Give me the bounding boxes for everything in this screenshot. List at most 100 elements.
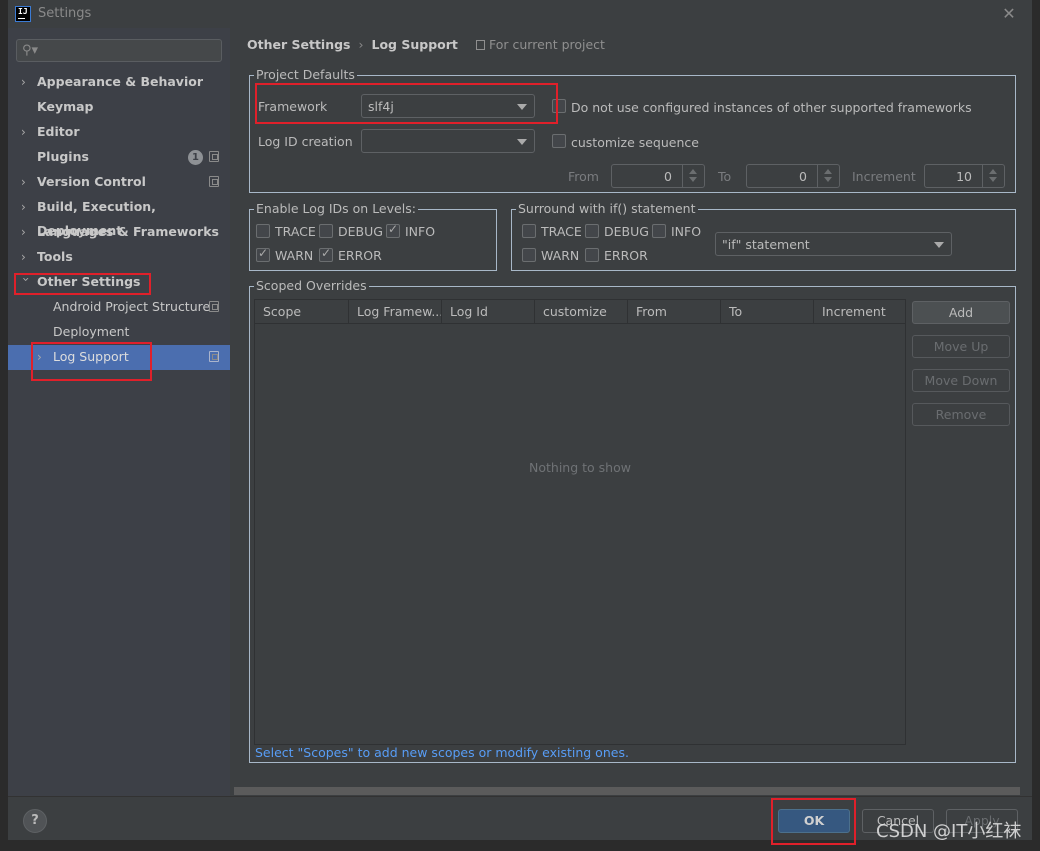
chevron-right-icon: ›: [21, 125, 26, 139]
project-level-icon: [209, 351, 219, 362]
chevron-right-icon: ›: [21, 200, 26, 214]
close-icon[interactable]: ✕: [1000, 5, 1018, 23]
move-up-button[interactable]: Move Up: [912, 335, 1010, 358]
dropdown-arrow-icon: [517, 104, 527, 110]
remove-button[interactable]: Remove: [912, 403, 1010, 426]
search-icon: ⚲▾: [22, 43, 39, 58]
add-button[interactable]: Add: [912, 301, 1010, 324]
do-not-use-others-checkbox[interactable]: [552, 99, 566, 113]
sidebar-item-languages-frameworks[interactable]: › Languages & Frameworks: [8, 220, 230, 244]
settings-content: Other Settings › Log Support For current p…: [232, 28, 1032, 796]
project-defaults-title: Project Defaults: [254, 67, 357, 83]
sidebar-item-editor[interactable]: › Editor: [8, 120, 230, 144]
move-down-button[interactable]: Move Down: [912, 369, 1010, 392]
settings-search-input[interactable]: ⚲▾: [16, 39, 222, 62]
settings-sidebar: ⚲▾ › Appearance & Behavior Keymap › Edit…: [8, 28, 230, 796]
framework-label: Framework: [258, 99, 328, 114]
increment-label: Increment: [852, 169, 916, 184]
enable-warn-checkbox[interactable]: [256, 246, 270, 262]
sidebar-item-other-settings[interactable]: › Other Settings: [8, 270, 230, 294]
scoped-overrides-title: Scoped Overrides: [254, 278, 369, 294]
enable-trace-checkbox[interactable]: [256, 224, 270, 238]
background-right-edge: [1032, 0, 1040, 851]
increment-spinner[interactable]: 10: [924, 164, 1005, 188]
horizontal-scrollbar[interactable]: [232, 786, 1032, 796]
breadcrumb: Other Settings › Log Support: [247, 37, 458, 52]
enable-error-checkbox[interactable]: [319, 246, 333, 262]
project-defaults-group: Project Defaults Framework slf4j Do not …: [249, 67, 1016, 193]
from-spinner[interactable]: 0: [611, 164, 705, 188]
surround-error-label: ERROR: [604, 248, 648, 263]
background-bottom-edge: [0, 840, 1040, 851]
enable-warn-label: WARN: [275, 248, 314, 263]
sidebar-item-android-project-structure[interactable]: Android Project Structure: [8, 295, 230, 319]
intellij-logo-icon: IJ: [15, 6, 31, 22]
surround-debug-label: DEBUG: [604, 224, 649, 239]
sidebar-item-tools[interactable]: › Tools: [8, 245, 230, 269]
enable-levels-title: Enable Log IDs on Levels:: [254, 201, 418, 217]
apply-button[interactable]: Apply: [946, 809, 1018, 833]
scoped-overrides-table: Scope Log Framew... Log Id customize Fro…: [254, 299, 906, 745]
settings-dialog: IJ Settings ✕ ⚲▾ › Appearance & Behavior…: [8, 0, 1032, 845]
surround-if-group: Surround with if() statement TRACE DEBUG…: [511, 201, 1016, 271]
framework-select[interactable]: slf4j: [361, 94, 535, 118]
chevron-right-icon: ›: [21, 75, 26, 89]
sidebar-item-keymap[interactable]: Keymap: [8, 95, 230, 119]
scope-note: For current project: [476, 37, 605, 52]
enable-debug-label: DEBUG: [338, 224, 383, 239]
enable-error-label: ERROR: [338, 248, 382, 263]
surround-info-checkbox[interactable]: [652, 224, 666, 238]
scrollbar-thumb[interactable]: [234, 787, 1020, 795]
column-log-framework[interactable]: Log Framew...: [349, 300, 442, 324]
breadcrumb-separator: ›: [358, 37, 364, 52]
surround-trace-label: TRACE: [541, 224, 582, 239]
surround-warn-checkbox[interactable]: [522, 248, 536, 262]
spinner-arrows-icon[interactable]: [817, 165, 839, 187]
column-to[interactable]: To: [721, 300, 814, 324]
scoped-overrides-group: Scoped Overrides Scope Log Framew... Log…: [249, 278, 1016, 763]
scopes-hint-link[interactable]: Select "Scopes" to add new scopes or mod…: [255, 745, 629, 760]
project-level-icon: [209, 176, 219, 187]
spinner-arrows-icon[interactable]: [682, 165, 704, 187]
column-customize[interactable]: customize: [535, 300, 628, 324]
dropdown-arrow-icon: [517, 139, 527, 145]
surround-error-checkbox[interactable]: [585, 248, 599, 262]
if-statement-select[interactable]: "if" statement: [715, 232, 952, 256]
sidebar-item-log-support[interactable]: › Log Support: [8, 345, 230, 370]
column-scope[interactable]: Scope: [255, 300, 349, 324]
project-level-icon: [209, 301, 219, 312]
sidebar-item-version-control[interactable]: › Version Control: [8, 170, 230, 194]
surround-trace-checkbox[interactable]: [522, 224, 536, 238]
surround-if-title: Surround with if() statement: [516, 201, 698, 217]
surround-debug-checkbox[interactable]: [585, 224, 599, 238]
column-log-id[interactable]: Log Id: [442, 300, 535, 324]
from-label: From: [568, 169, 599, 184]
spinner-arrows-icon[interactable]: [982, 165, 1004, 187]
cancel-button[interactable]: Cancel: [862, 809, 934, 833]
sidebar-item-appearance-behavior[interactable]: › Appearance & Behavior: [8, 70, 230, 94]
log-id-creation-select[interactable]: [361, 129, 535, 153]
project-level-icon: [209, 151, 219, 162]
enable-levels-group: Enable Log IDs on Levels: TRACE DEBUG IN…: [249, 201, 497, 271]
chevron-down-icon: ›: [19, 277, 33, 282]
sidebar-item-build-execution-deployment[interactable]: › Build, Execution, Deployment: [8, 195, 230, 238]
enable-info-label: INFO: [405, 224, 436, 239]
enable-info-checkbox[interactable]: [386, 222, 400, 238]
surround-info-label: INFO: [671, 224, 702, 239]
dialog-footer: ? OK Cancel Apply: [8, 796, 1032, 845]
sidebar-item-plugins[interactable]: Plugins 1: [8, 145, 230, 169]
help-button[interactable]: ?: [23, 809, 47, 833]
column-from[interactable]: From: [628, 300, 721, 324]
window-title: Settings: [38, 6, 92, 21]
enable-debug-checkbox[interactable]: [319, 224, 333, 238]
title-bar: IJ Settings ✕: [8, 0, 1032, 28]
ok-button[interactable]: OK: [778, 809, 850, 833]
chevron-right-icon: ›: [21, 175, 26, 189]
sidebar-item-deployment[interactable]: Deployment: [8, 320, 230, 344]
breadcrumb-parent[interactable]: Other Settings: [247, 37, 351, 52]
chevron-right-icon: ›: [37, 350, 42, 364]
to-spinner[interactable]: 0: [746, 164, 840, 188]
chevron-right-icon: ›: [21, 250, 26, 264]
column-increment[interactable]: Increment: [814, 300, 905, 324]
customize-sequence-checkbox[interactable]: [552, 134, 566, 148]
